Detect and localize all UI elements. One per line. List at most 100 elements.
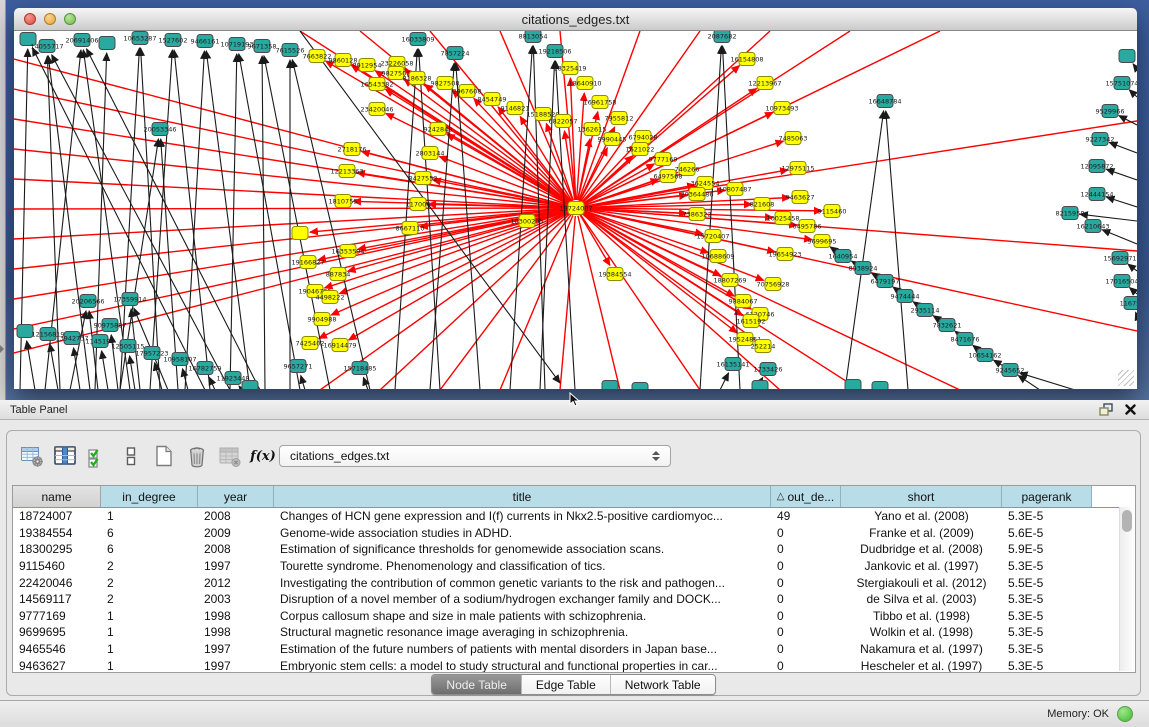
table-row[interactable]: 911546021997Tourette syndrome. Phenomeno… <box>13 558 1135 575</box>
network-edge[interactable] <box>1018 376 1040 389</box>
cell-title[interactable]: Embryonic stem cells: a model to study s… <box>274 659 771 673</box>
new-table-button[interactable] <box>151 443 177 469</box>
cell-short[interactable]: Tibbo et al. (1998) <box>841 609 1002 623</box>
network-edge[interactable] <box>120 48 139 389</box>
cell-title[interactable]: Tourette syndrome. Phenomenology and cla… <box>274 559 771 573</box>
close-panel-button[interactable] <box>1121 402 1139 417</box>
network-edge[interactable] <box>1102 230 1137 244</box>
network-edge[interactable] <box>456 63 480 389</box>
table-row[interactable]: 1938455462009Genome-wide association stu… <box>13 525 1135 542</box>
cell-year[interactable]: 1997 <box>198 559 274 573</box>
cell-short[interactable]: Franke et al. (2009) <box>841 526 1002 540</box>
tab-node-table[interactable]: Node Table <box>432 675 521 694</box>
cell-out_de[interactable]: 0 <box>771 576 841 590</box>
column-header-year[interactable]: year <box>198 486 274 507</box>
network-node[interactable] <box>752 381 768 390</box>
table-selector-dropdown[interactable]: citations_edges.txt <box>279 445 671 467</box>
cell-short[interactable]: Nakamura et al. (1997) <box>841 642 1002 656</box>
network-edge[interactable] <box>14 210 568 329</box>
cell-short[interactable]: Wolkin et al. (1998) <box>841 625 1002 639</box>
cell-pagerank[interactable]: 5.3E-5 <box>1002 509 1092 523</box>
cell-out_de[interactable]: 0 <box>771 659 841 673</box>
cell-title[interactable]: Estimation of the future numbers of pati… <box>274 642 771 656</box>
cell-name[interactable]: 9699695 <box>13 625 101 639</box>
network-edge[interactable] <box>14 208 568 239</box>
cell-short[interactable]: Dudbridge et al. (2008) <box>841 542 1002 556</box>
column-header-pagerank[interactable]: pagerank <box>1002 486 1092 507</box>
network-edge[interactable] <box>319 212 569 339</box>
cell-name[interactable]: 9463627 <box>13 659 101 673</box>
cell-short[interactable]: Jankovic et al. (1997) <box>841 559 1002 573</box>
cell-name[interactable]: 9115460 <box>13 559 101 573</box>
table-row[interactable]: 946554611997Estimation of the future num… <box>13 641 1135 658</box>
cell-in_degree[interactable]: 2 <box>101 576 198 590</box>
network-edge[interactable] <box>430 63 454 389</box>
float-window-button[interactable] <box>1097 402 1115 417</box>
close-button[interactable] <box>24 13 36 25</box>
cell-out_de[interactable]: 0 <box>771 559 841 573</box>
column-header-in_degree[interactable]: in_degree <box>101 486 198 507</box>
network-node[interactable] <box>632 383 648 390</box>
cell-name[interactable]: 9777169 <box>13 609 101 623</box>
cell-pagerank[interactable]: 5.3E-5 <box>1002 592 1092 606</box>
network-edge[interactable] <box>206 51 250 389</box>
cell-title[interactable]: Corpus callosum shape and size in male p… <box>274 609 771 623</box>
cell-name[interactable]: 18300295 <box>13 542 101 556</box>
minimize-button[interactable] <box>44 13 56 25</box>
table-row[interactable]: 977716911998Corpus callosum shape and si… <box>13 608 1135 625</box>
select-all-button[interactable] <box>85 443 111 469</box>
cell-year[interactable]: 1998 <box>198 609 274 623</box>
cell-in_degree[interactable]: 1 <box>101 625 198 639</box>
table-row[interactable]: 1456911722003Disruption of a novel membe… <box>13 591 1135 608</box>
cell-pagerank[interactable]: 5.6E-5 <box>1002 526 1092 540</box>
cell-year[interactable]: 2009 <box>198 526 274 540</box>
network-edge[interactable] <box>1136 312 1137 316</box>
cell-year[interactable]: 2008 <box>198 509 274 523</box>
network-edge[interactable] <box>50 344 58 389</box>
table-row[interactable]: 1830029562008Estimation of significance … <box>13 541 1135 558</box>
network-node[interactable] <box>602 381 618 390</box>
column-header-name[interactable]: name <box>13 486 101 507</box>
network-edge[interactable] <box>14 149 568 207</box>
zoom-button[interactable] <box>64 13 76 25</box>
cell-pagerank[interactable]: 5.3E-5 <box>1002 642 1092 656</box>
table-row[interactable]: 2242004622012Investigating the contribut… <box>13 574 1135 591</box>
network-edge[interactable] <box>239 54 300 389</box>
function-builder-button[interactable]: f(x) <box>250 443 276 469</box>
cell-out_de[interactable]: 0 <box>771 642 841 656</box>
network-edge[interactable] <box>886 111 908 389</box>
network-edge[interactable] <box>1109 143 1137 153</box>
network-node-selected[interactable] <box>292 227 308 240</box>
cell-short[interactable]: Yano et al. (2008) <box>841 509 1002 523</box>
window-resize-grip[interactable] <box>1118 370 1134 386</box>
table-row[interactable]: 969969511998Structural magnetic resonanc… <box>13 624 1135 641</box>
network-edge[interactable] <box>150 50 172 389</box>
show-columns-button[interactable] <box>52 443 78 469</box>
cell-title[interactable]: Estimation of significance thresholds fo… <box>274 542 771 556</box>
network-edge[interactable] <box>14 208 568 209</box>
cell-name[interactable]: 9465546 <box>13 642 101 656</box>
network-edge[interactable] <box>1106 169 1137 180</box>
network-edge[interactable] <box>720 373 729 389</box>
cell-name[interactable]: 14569117 <box>13 592 101 606</box>
cell-out_de[interactable]: 49 <box>771 509 841 523</box>
cell-in_degree[interactable]: 1 <box>101 609 198 623</box>
network-canvas[interactable]: 1872400776638229860128891295423226058982… <box>14 31 1137 389</box>
network-edge[interactable] <box>1128 264 1137 271</box>
window-titlebar[interactable]: citations_edges.txt <box>14 8 1137 31</box>
network-edge[interactable] <box>1130 288 1137 294</box>
network-node[interactable] <box>1119 50 1135 63</box>
scrollbar-thumb[interactable] <box>1122 510 1132 532</box>
cell-short[interactable]: de Silva et al. (2003) <box>841 592 1002 606</box>
cell-in_degree[interactable]: 6 <box>101 542 198 556</box>
cell-name[interactable]: 19384554 <box>13 526 101 540</box>
network-edge[interactable] <box>262 56 265 389</box>
cell-in_degree[interactable]: 1 <box>101 642 198 656</box>
column-header-title[interactable]: title <box>274 486 771 507</box>
cell-title[interactable]: Changes of HCN gene expression and I(f) … <box>274 509 771 523</box>
delete-entries-button[interactable] <box>184 443 210 469</box>
delete-table-button[interactable] <box>217 443 243 469</box>
cell-name[interactable]: 22420046 <box>13 576 101 590</box>
table-settings-button[interactable] <box>19 443 45 469</box>
cell-out_de[interactable]: 0 <box>771 542 841 556</box>
